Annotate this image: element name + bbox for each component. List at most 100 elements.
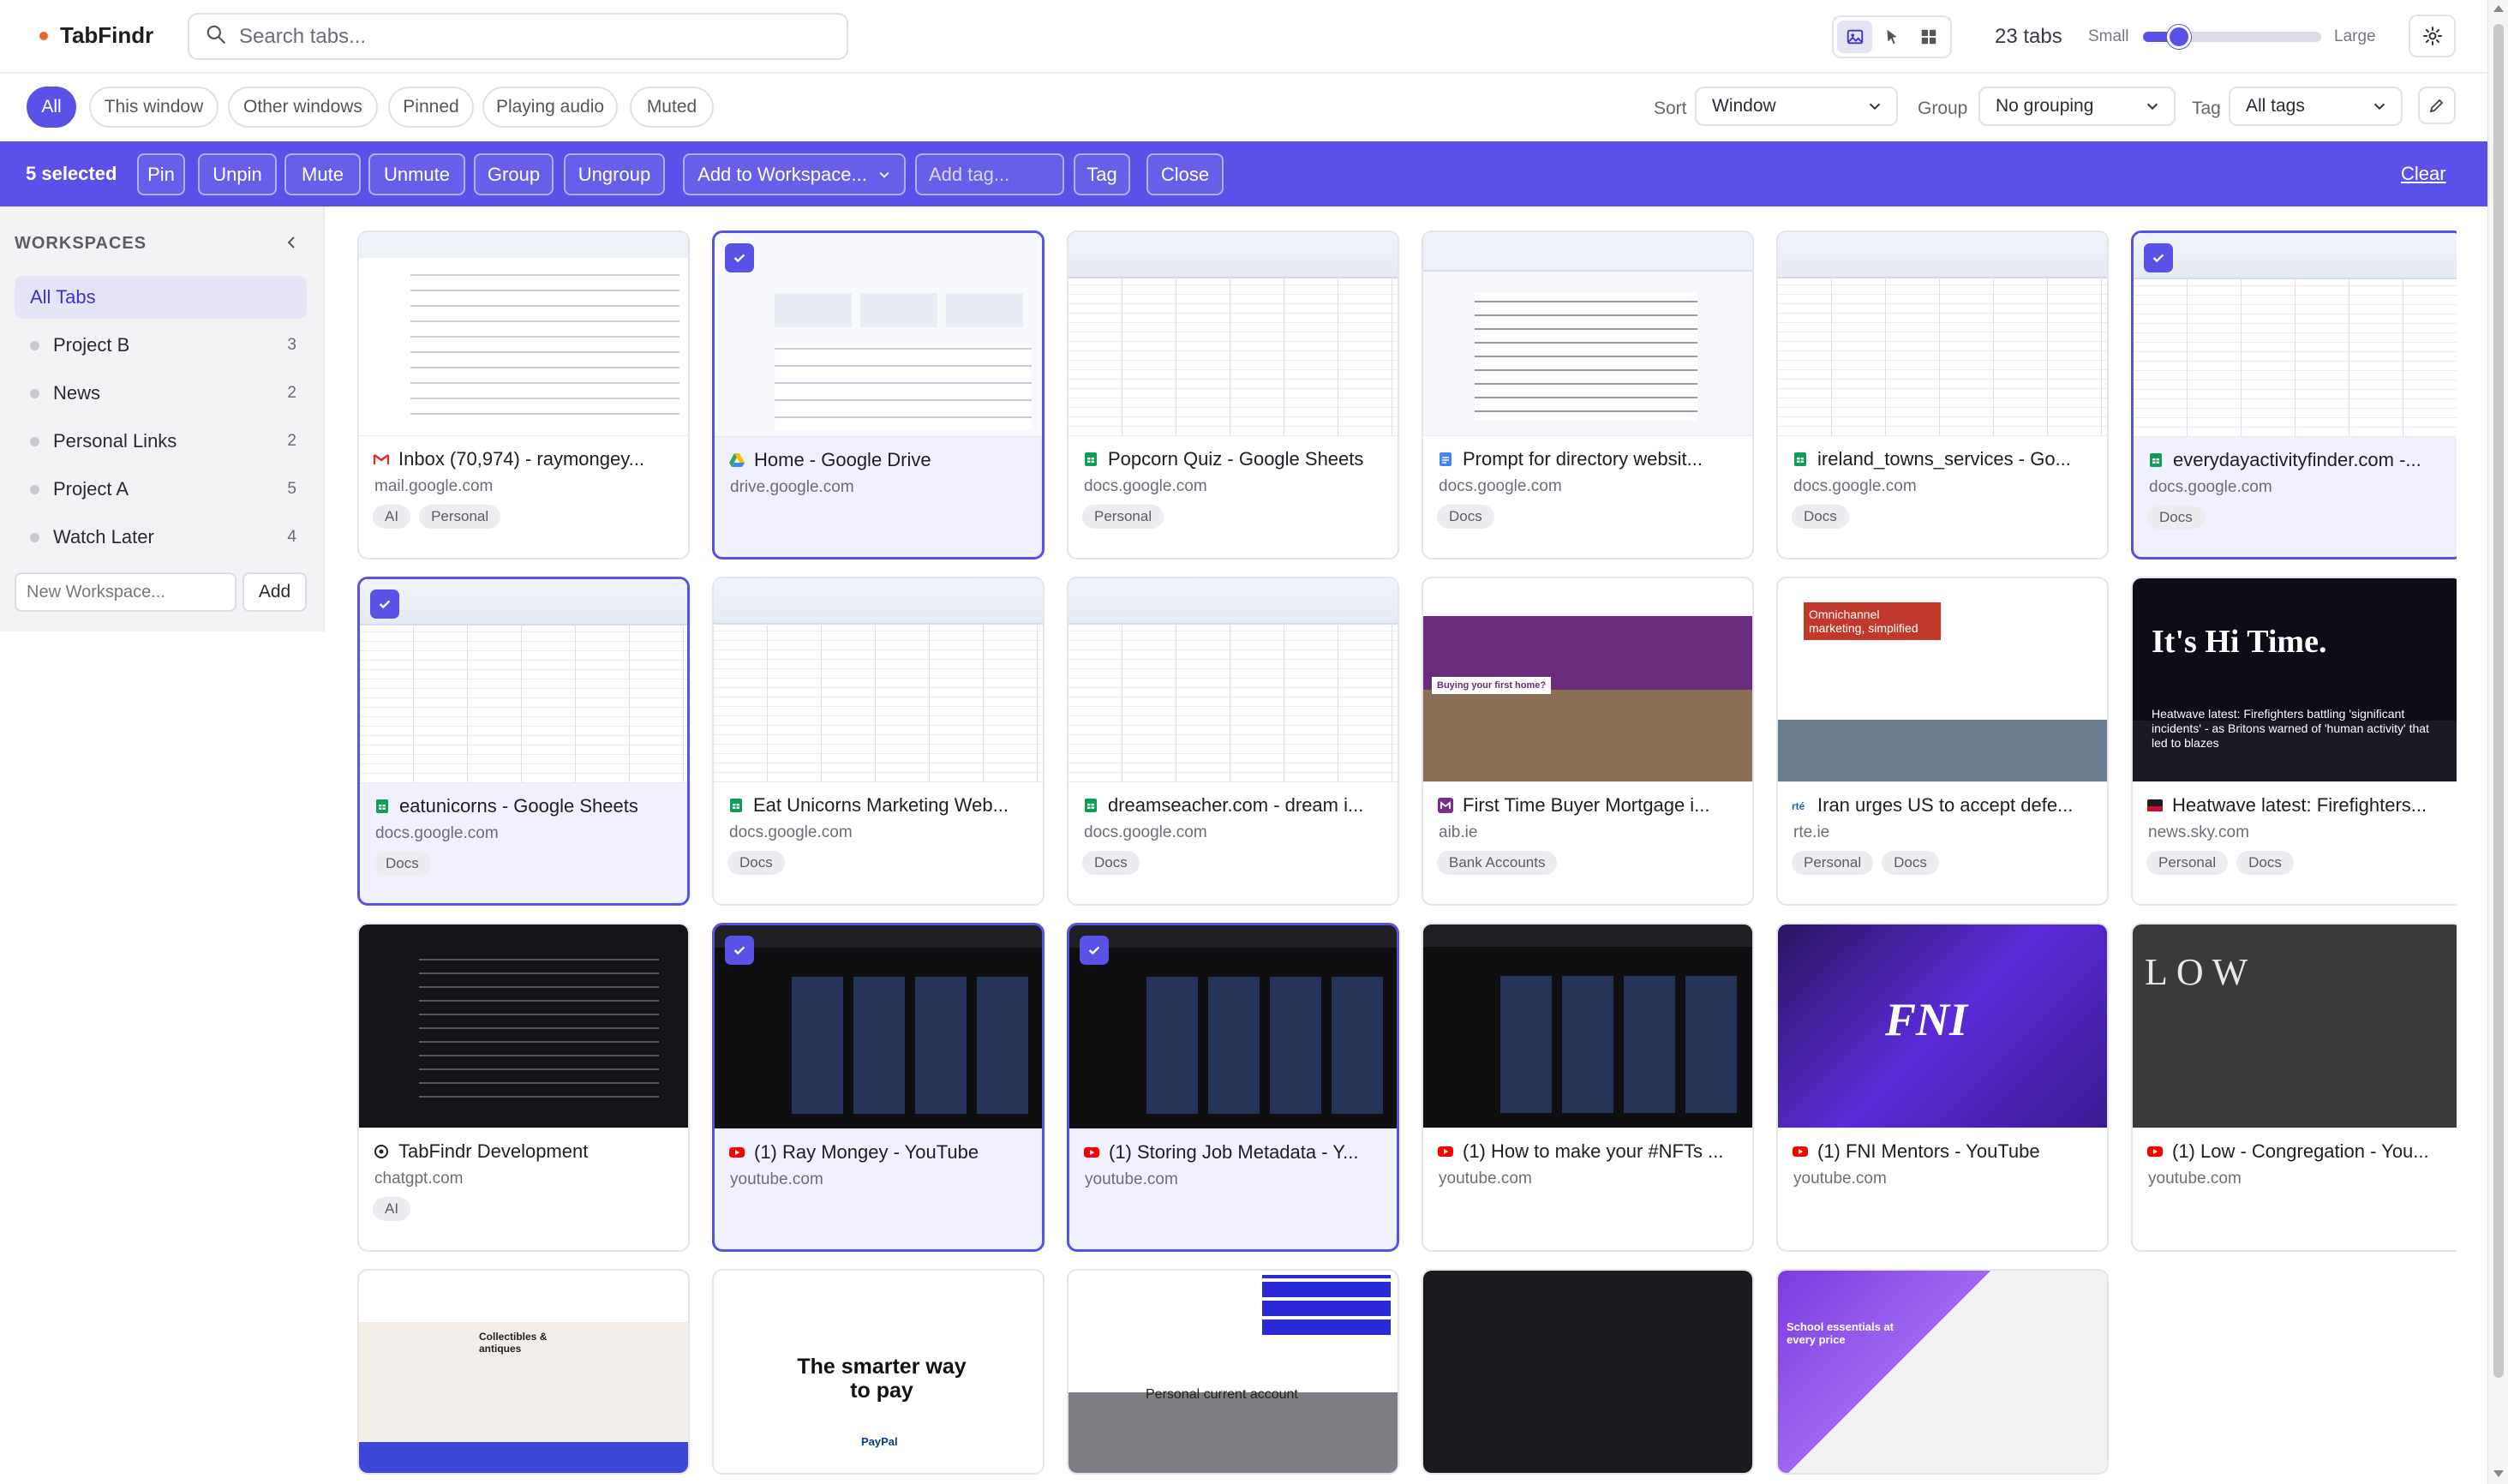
tab-thumbnail[interactable]: Personal current account [1068, 1271, 1398, 1473]
tab-tag[interactable]: Docs [1082, 851, 1140, 875]
tab-card[interactable]: (1) How to make your #NFTs ... youtube.co… [1422, 923, 1754, 1252]
workspace-all-tabs[interactable]: All Tabs [15, 276, 307, 319]
add-workspace-button[interactable]: Add [242, 572, 307, 612]
tab-card[interactable]: Collectibles & antiques [357, 1269, 690, 1475]
search-box[interactable] [188, 13, 848, 60]
workspace-news[interactable]: News 2 [15, 372, 307, 415]
tab-tag[interactable]: Personal [2146, 851, 2229, 875]
page-scrollbar[interactable] [2487, 0, 2508, 1484]
filter-chip-other-windows[interactable]: Other windows [228, 87, 378, 128]
group-button[interactable]: Group [474, 153, 554, 195]
tab-card[interactable]: Popcorn Quiz - Google Sheets docs.google.… [1067, 230, 1399, 559]
tab-card[interactable]: Prompt for directory websit... docs.googl… [1422, 230, 1754, 559]
tab-tag[interactable]: AI [373, 1197, 411, 1221]
tab-card[interactable]: ireland_towns_services - Go... docs.googl… [1776, 230, 2109, 559]
tab-tag[interactable]: Docs [374, 852, 431, 876]
tab-thumbnail[interactable] [359, 925, 688, 1128]
pointer-view-button[interactable] [1874, 21, 1909, 53]
tab-card[interactable]: (1) Storing Job Metadata - Y... youtube.c… [1067, 923, 1399, 1252]
selected-check-icon[interactable] [1080, 936, 1109, 965]
settings-button[interactable] [2409, 15, 2456, 57]
tab-tag[interactable]: Docs [2147, 506, 2205, 530]
tab-thumbnail[interactable] [1068, 232, 1398, 436]
clear-selection-link[interactable]: Clear [2401, 163, 2446, 185]
selected-check-icon[interactable] [725, 243, 754, 272]
tab-card[interactable]: FNI (1) FNI Mentors - YouTube youtube.com [1776, 923, 2109, 1252]
tab-card[interactable]: everydayactivityfinder.com -... docs.goog… [2131, 230, 2457, 559]
add-tag-input[interactable] [915, 153, 1064, 195]
tab-card[interactable]: LOW (1) Low - Congregation - You... youtub… [2131, 923, 2457, 1252]
tab-card[interactable] [1422, 1269, 1754, 1475]
tab-thumbnail[interactable] [1778, 232, 2107, 436]
filter-chip-playing-audio[interactable]: Playing audio [482, 87, 618, 128]
scrollbar-thumb[interactable] [2493, 24, 2504, 1378]
tab-thumbnail[interactable] [1069, 925, 1397, 1129]
tab-tag[interactable]: Bank Accounts [1437, 851, 1558, 875]
tab-tag[interactable]: AI [373, 505, 411, 529]
tab-card[interactable]: Omnichannel marketing, simplified rté Iran… [1776, 577, 2109, 906]
tab-thumbnail[interactable]: School essentials at every price [1778, 1271, 2107, 1473]
pin-button[interactable]: Pin [137, 153, 185, 195]
workspace-personal-links[interactable]: Personal Links 2 [15, 420, 307, 463]
tag-button[interactable]: Tag [1074, 153, 1130, 195]
tag-select[interactable]: All tags [2229, 87, 2403, 126]
selected-check-icon[interactable] [2144, 243, 2173, 272]
tab-tag[interactable]: Docs [1792, 505, 1849, 529]
workspace-project-a[interactable]: Project A5 [15, 468, 307, 511]
thumbnail-view-button[interactable] [1837, 21, 1873, 53]
filter-chip-pinned[interactable]: Pinned [388, 87, 474, 128]
tab-tag[interactable]: Docs [1437, 505, 1494, 529]
selected-check-icon[interactable] [725, 936, 754, 965]
group-select[interactable]: No grouping [1978, 87, 2176, 126]
tab-tag[interactable]: Docs [1882, 851, 1939, 875]
workspace-watch-later[interactable]: Watch Later 4 [15, 516, 307, 559]
slider-handle[interactable] [2166, 25, 2191, 49]
mute-button[interactable]: Mute [284, 153, 361, 195]
tab-thumbnail[interactable]: Buying your first home? [1423, 578, 1752, 782]
collapse-sidebar-icon[interactable] [283, 234, 300, 251]
tab-thumbnail[interactable] [714, 578, 1043, 782]
unmute-button[interactable]: Unmute [368, 153, 465, 195]
tab-card[interactable]: (1) Ray Mongey - YouTube youtube.com [712, 923, 1045, 1252]
edit-tags-button[interactable] [2418, 87, 2456, 124]
tab-thumbnail[interactable] [2134, 233, 2457, 437]
tab-card[interactable]: Inbox (70,974) - raymongey... mail.google… [357, 230, 690, 559]
tab-thumbnail[interactable] [1068, 578, 1398, 782]
tab-card[interactable]: Eat Unicorns Marketing Web... docs.google… [712, 577, 1045, 906]
new-workspace-input[interactable] [15, 572, 236, 612]
tab-card[interactable]: dreamseacher.com - dream i... docs.google… [1067, 577, 1399, 906]
tab-card[interactable]: TabFindr Development chatgpt.com AI [357, 923, 690, 1252]
tab-tag[interactable]: Docs [727, 851, 785, 875]
tab-thumbnail[interactable]: FNI [1778, 925, 2107, 1128]
tab-card[interactable]: Personal current account [1067, 1269, 1399, 1475]
tab-card[interactable]: Buying your first home? First Time Buyer … [1422, 577, 1754, 906]
tab-thumbnail[interactable]: It's Hi Time. Heatwave latest: Firefighte… [2133, 578, 2457, 782]
tab-card[interactable]: eatunicorns - Google Sheets docs.google.c… [357, 577, 690, 906]
grid-view-button[interactable] [1912, 21, 1947, 53]
tab-tag[interactable]: Docs [2236, 851, 2294, 875]
filter-chip-all[interactable]: All [27, 87, 76, 128]
tab-thumbnail[interactable] [359, 232, 688, 436]
tab-thumbnail[interactable] [1423, 925, 1752, 1128]
tab-card[interactable]: It's Hi Time. Heatwave latest: Firefighte… [2131, 577, 2457, 906]
thumbnail-size-slider[interactable] [2143, 25, 2321, 49]
workspace-project-b[interactable]: Project B3 [15, 324, 307, 367]
search-input[interactable] [239, 24, 805, 49]
ungroup-button[interactable]: Ungroup [564, 153, 665, 195]
filter-chip-muted[interactable]: Muted [630, 87, 714, 128]
tab-thumbnail[interactable] [1423, 232, 1752, 436]
tab-thumbnail[interactable] [360, 579, 687, 783]
add-to-workspace-dropdown[interactable]: Add to Workspace... [683, 153, 906, 195]
tab-card[interactable]: Home - Google Drive drive.google.com [712, 230, 1045, 559]
filter-chip-this-window[interactable]: This window [89, 87, 218, 128]
tab-thumbnail[interactable]: Omnichannel marketing, simplified [1778, 578, 2107, 782]
tab-thumbnail[interactable] [715, 925, 1042, 1129]
close-tabs-button[interactable]: Close [1146, 153, 1224, 195]
tab-tag[interactable]: Personal [1082, 505, 1164, 529]
tab-thumbnail[interactable] [1423, 1271, 1752, 1473]
tab-thumbnail[interactable]: LOW [2133, 925, 2457, 1128]
unpin-button[interactable]: Unpin [198, 153, 277, 195]
tab-tag[interactable]: Personal [419, 505, 501, 529]
sort-select[interactable]: Window [1695, 87, 1898, 126]
tab-thumbnail[interactable] [715, 233, 1042, 437]
